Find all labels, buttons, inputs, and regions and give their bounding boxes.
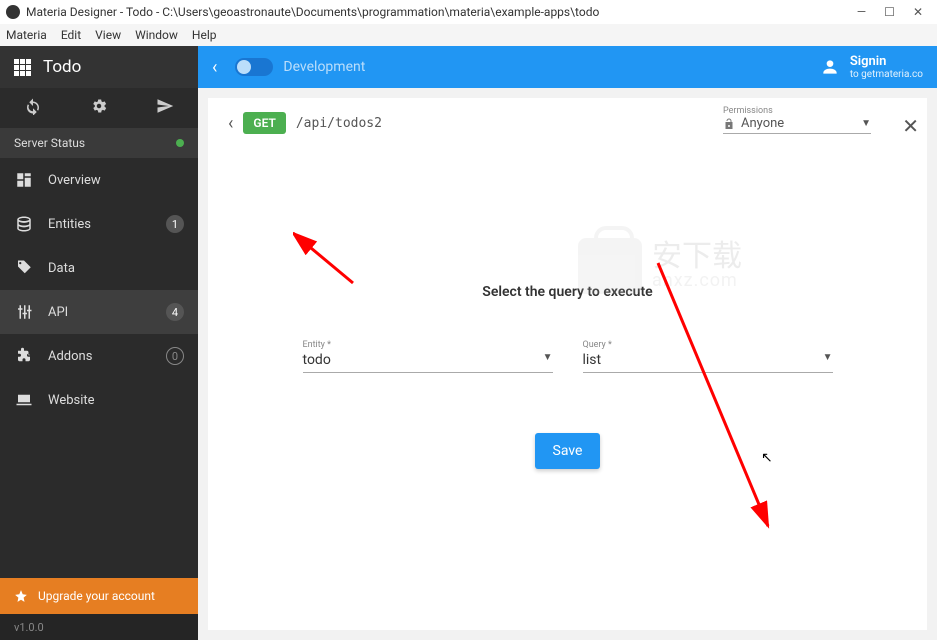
menu-bar: Materia Edit View Window Help (0, 24, 937, 46)
apps-icon[interactable] (14, 59, 31, 76)
sidebar-tools (0, 88, 198, 128)
env-label: Development (283, 59, 365, 75)
query-select[interactable]: Query * list ▼ (583, 340, 833, 373)
window-controls: — ☐ ✕ (857, 5, 931, 19)
entity-select[interactable]: Entity * todo ▼ (303, 340, 553, 373)
gear-icon[interactable] (90, 97, 108, 119)
signin-label: Signin (850, 54, 923, 69)
close-button[interactable]: ✕ (913, 5, 923, 19)
laptop-icon (14, 390, 34, 410)
back-button[interactable]: ‹ (212, 57, 217, 78)
sidebar: Todo Server Status Overview Entities 1 D… (0, 46, 198, 640)
database-icon (14, 214, 34, 234)
endpoint-back-button[interactable]: ‹ (228, 113, 233, 134)
sidebar-item-addons[interactable]: Addons 0 (0, 334, 198, 378)
form-title: Select the query to execute (228, 284, 907, 300)
query-value: list (583, 352, 602, 368)
upgrade-button[interactable]: Upgrade your account (0, 578, 198, 614)
star-icon (14, 589, 28, 603)
sidebar-nav: Overview Entities 1 Data API 4 Addons 0 (0, 158, 198, 578)
maximize-button[interactable]: ☐ (884, 5, 895, 19)
permissions-select[interactable]: Permissions Anyone ▼ (723, 106, 871, 134)
card: ‹ GET /api/todos2 Permissions Anyone ▼ ✕ (208, 98, 927, 630)
badge: 0 (166, 347, 184, 365)
sidebar-item-api[interactable]: API 4 (0, 290, 198, 334)
badge: 1 (166, 215, 184, 233)
sidebar-item-label: Data (48, 261, 75, 276)
entity-label: Entity * (303, 340, 553, 350)
content: ‹ GET /api/todos2 Permissions Anyone ▼ ✕ (198, 88, 937, 640)
tag-icon (14, 258, 34, 278)
app-icon (6, 5, 20, 19)
entity-value: todo (303, 352, 331, 368)
sidebar-item-label: API (48, 305, 68, 320)
sidebar-item-website[interactable]: Website (0, 378, 198, 422)
permissions-label: Permissions (723, 106, 871, 116)
menu-help[interactable]: Help (192, 28, 217, 42)
refresh-icon[interactable] (24, 97, 42, 119)
menu-materia[interactable]: Materia (6, 28, 47, 42)
menu-view[interactable]: View (95, 28, 121, 42)
extension-icon (14, 346, 34, 366)
permissions-value: Anyone (741, 116, 784, 131)
dashboard-icon (14, 170, 34, 190)
sidebar-item-entities[interactable]: Entities 1 (0, 202, 198, 246)
close-icon[interactable]: ✕ (902, 114, 919, 138)
server-status-label: Server Status (14, 136, 85, 150)
menu-window[interactable]: Window (135, 28, 178, 42)
chevron-down-icon: ▼ (823, 352, 833, 368)
title-bar: Materia Designer - Todo - C:\Users\geoas… (0, 0, 937, 24)
sidebar-item-overview[interactable]: Overview (0, 158, 198, 202)
project-title: Todo (43, 57, 81, 77)
server-status[interactable]: Server Status (0, 128, 198, 158)
sidebar-item-label: Addons (48, 349, 92, 364)
minimize-button[interactable]: — (857, 5, 866, 19)
menu-edit[interactable]: Edit (61, 28, 81, 42)
query-label: Query * (583, 340, 833, 350)
save-button[interactable]: Save (535, 433, 601, 469)
upgrade-label: Upgrade your account (38, 589, 155, 603)
send-icon[interactable] (156, 97, 174, 119)
chevron-down-icon: ▼ (543, 352, 553, 368)
query-form: Select the query to execute Entity * tod… (228, 284, 907, 469)
topbar-user[interactable]: Signin to getmateria.co (820, 54, 923, 80)
env-toggle[interactable] (235, 58, 273, 76)
badge: 4 (166, 303, 184, 321)
window-title: Materia Designer - Todo - C:\Users\geoas… (26, 5, 599, 19)
sidebar-item-data[interactable]: Data (0, 246, 198, 290)
chevron-down-icon: ▼ (861, 118, 871, 129)
main: ‹ Development Signin to getmateria.co ‹ … (198, 46, 937, 640)
lock-open-icon (723, 118, 735, 130)
method-badge: GET (243, 112, 285, 134)
sidebar-header: Todo (0, 46, 198, 88)
version-label: v1.0.0 (0, 614, 198, 640)
tune-icon (14, 302, 34, 322)
sidebar-item-label: Overview (48, 173, 101, 188)
status-dot-icon (176, 139, 184, 147)
signin-sub: to getmateria.co (850, 69, 923, 80)
sidebar-item-label: Entities (48, 217, 91, 232)
topbar: ‹ Development Signin to getmateria.co (198, 46, 937, 88)
sidebar-item-label: Website (48, 393, 95, 408)
user-icon (820, 57, 840, 77)
